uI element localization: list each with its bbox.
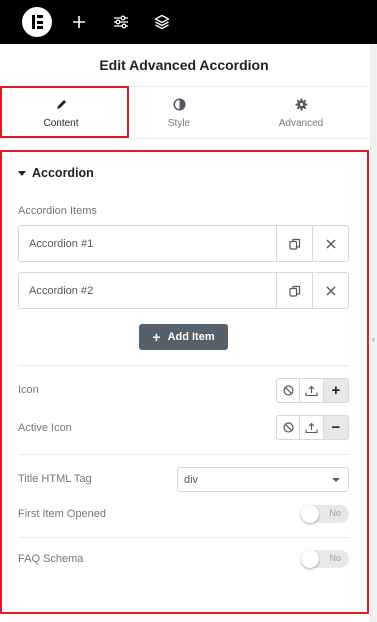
tab-label: Advanced xyxy=(278,117,324,129)
elementor-logo-icon[interactable] xyxy=(22,7,52,37)
panel-tabs: Content Style Advanced xyxy=(0,87,368,139)
layers-icon[interactable] xyxy=(151,11,173,33)
active-icon-choose-control: − xyxy=(276,415,349,440)
divider xyxy=(18,537,349,538)
top-toolbar xyxy=(0,0,377,44)
divider xyxy=(18,365,349,366)
none-icon[interactable] xyxy=(277,379,301,402)
title-tag-value: div xyxy=(184,473,199,486)
first-item-opened-label: First Item Opened xyxy=(18,508,107,520)
plus-icon[interactable] xyxy=(68,11,90,33)
duplicate-icon[interactable] xyxy=(276,273,312,308)
icon-value-plus[interactable]: + xyxy=(323,379,348,402)
tab-style[interactable]: Style xyxy=(118,87,240,139)
plus-icon: + xyxy=(152,329,161,345)
gear-icon xyxy=(294,98,308,112)
icon-choose-control: + xyxy=(276,378,349,403)
repeater-item-title[interactable]: Accordion #1 xyxy=(29,226,93,261)
repeater-item[interactable]: Accordion #1 xyxy=(18,225,349,262)
duplicate-icon[interactable] xyxy=(276,226,312,261)
chevron-left-icon: ‹ xyxy=(372,334,375,344)
panel-title: Edit Advanced Accordion xyxy=(0,44,368,87)
section-header-accordion[interactable]: Accordion xyxy=(18,166,94,180)
active-icon-label: Active Icon xyxy=(18,422,72,434)
sliders-icon[interactable] xyxy=(110,11,132,33)
add-item-label: Add Item xyxy=(167,331,215,343)
first-item-opened-toggle[interactable]: No xyxy=(301,505,349,523)
title-tag-label: Title HTML Tag xyxy=(18,473,92,485)
toggle-state: No xyxy=(329,508,341,518)
repeater-item[interactable]: Accordion #2 xyxy=(18,272,349,309)
divider xyxy=(18,454,349,455)
add-item-button[interactable]: + Add Item xyxy=(139,324,228,350)
icon-value-minus[interactable]: − xyxy=(323,416,348,439)
tab-label: Content xyxy=(43,117,79,129)
toggle-state: No xyxy=(329,553,341,563)
toggle-knob xyxy=(301,505,319,523)
title-tag-select[interactable]: div xyxy=(177,467,349,492)
section-title: Accordion xyxy=(32,166,94,180)
remove-icon[interactable] xyxy=(312,226,348,261)
icon-label: Icon xyxy=(18,384,39,396)
remove-icon[interactable] xyxy=(312,273,348,308)
tab-advanced[interactable]: Advanced xyxy=(240,87,362,139)
none-icon[interactable] xyxy=(277,416,301,439)
upload-icon[interactable] xyxy=(300,416,324,439)
repeater-item-title[interactable]: Accordion #2 xyxy=(29,273,93,308)
tab-label: Style xyxy=(167,117,191,129)
tab-content[interactable]: Content xyxy=(0,87,122,139)
half-circle-icon xyxy=(172,98,186,112)
chevron-down-icon xyxy=(332,478,340,482)
toggle-knob xyxy=(301,550,319,568)
pencil-icon xyxy=(54,98,68,112)
faq-schema-toggle[interactable]: No xyxy=(301,550,349,568)
caret-down-icon xyxy=(18,170,26,176)
accordion-items-label: Accordion Items xyxy=(18,205,97,217)
panel-resize-edge[interactable]: ‹ xyxy=(370,44,377,622)
upload-icon[interactable] xyxy=(300,379,324,402)
faq-schema-label: FAQ Schema xyxy=(18,553,84,565)
